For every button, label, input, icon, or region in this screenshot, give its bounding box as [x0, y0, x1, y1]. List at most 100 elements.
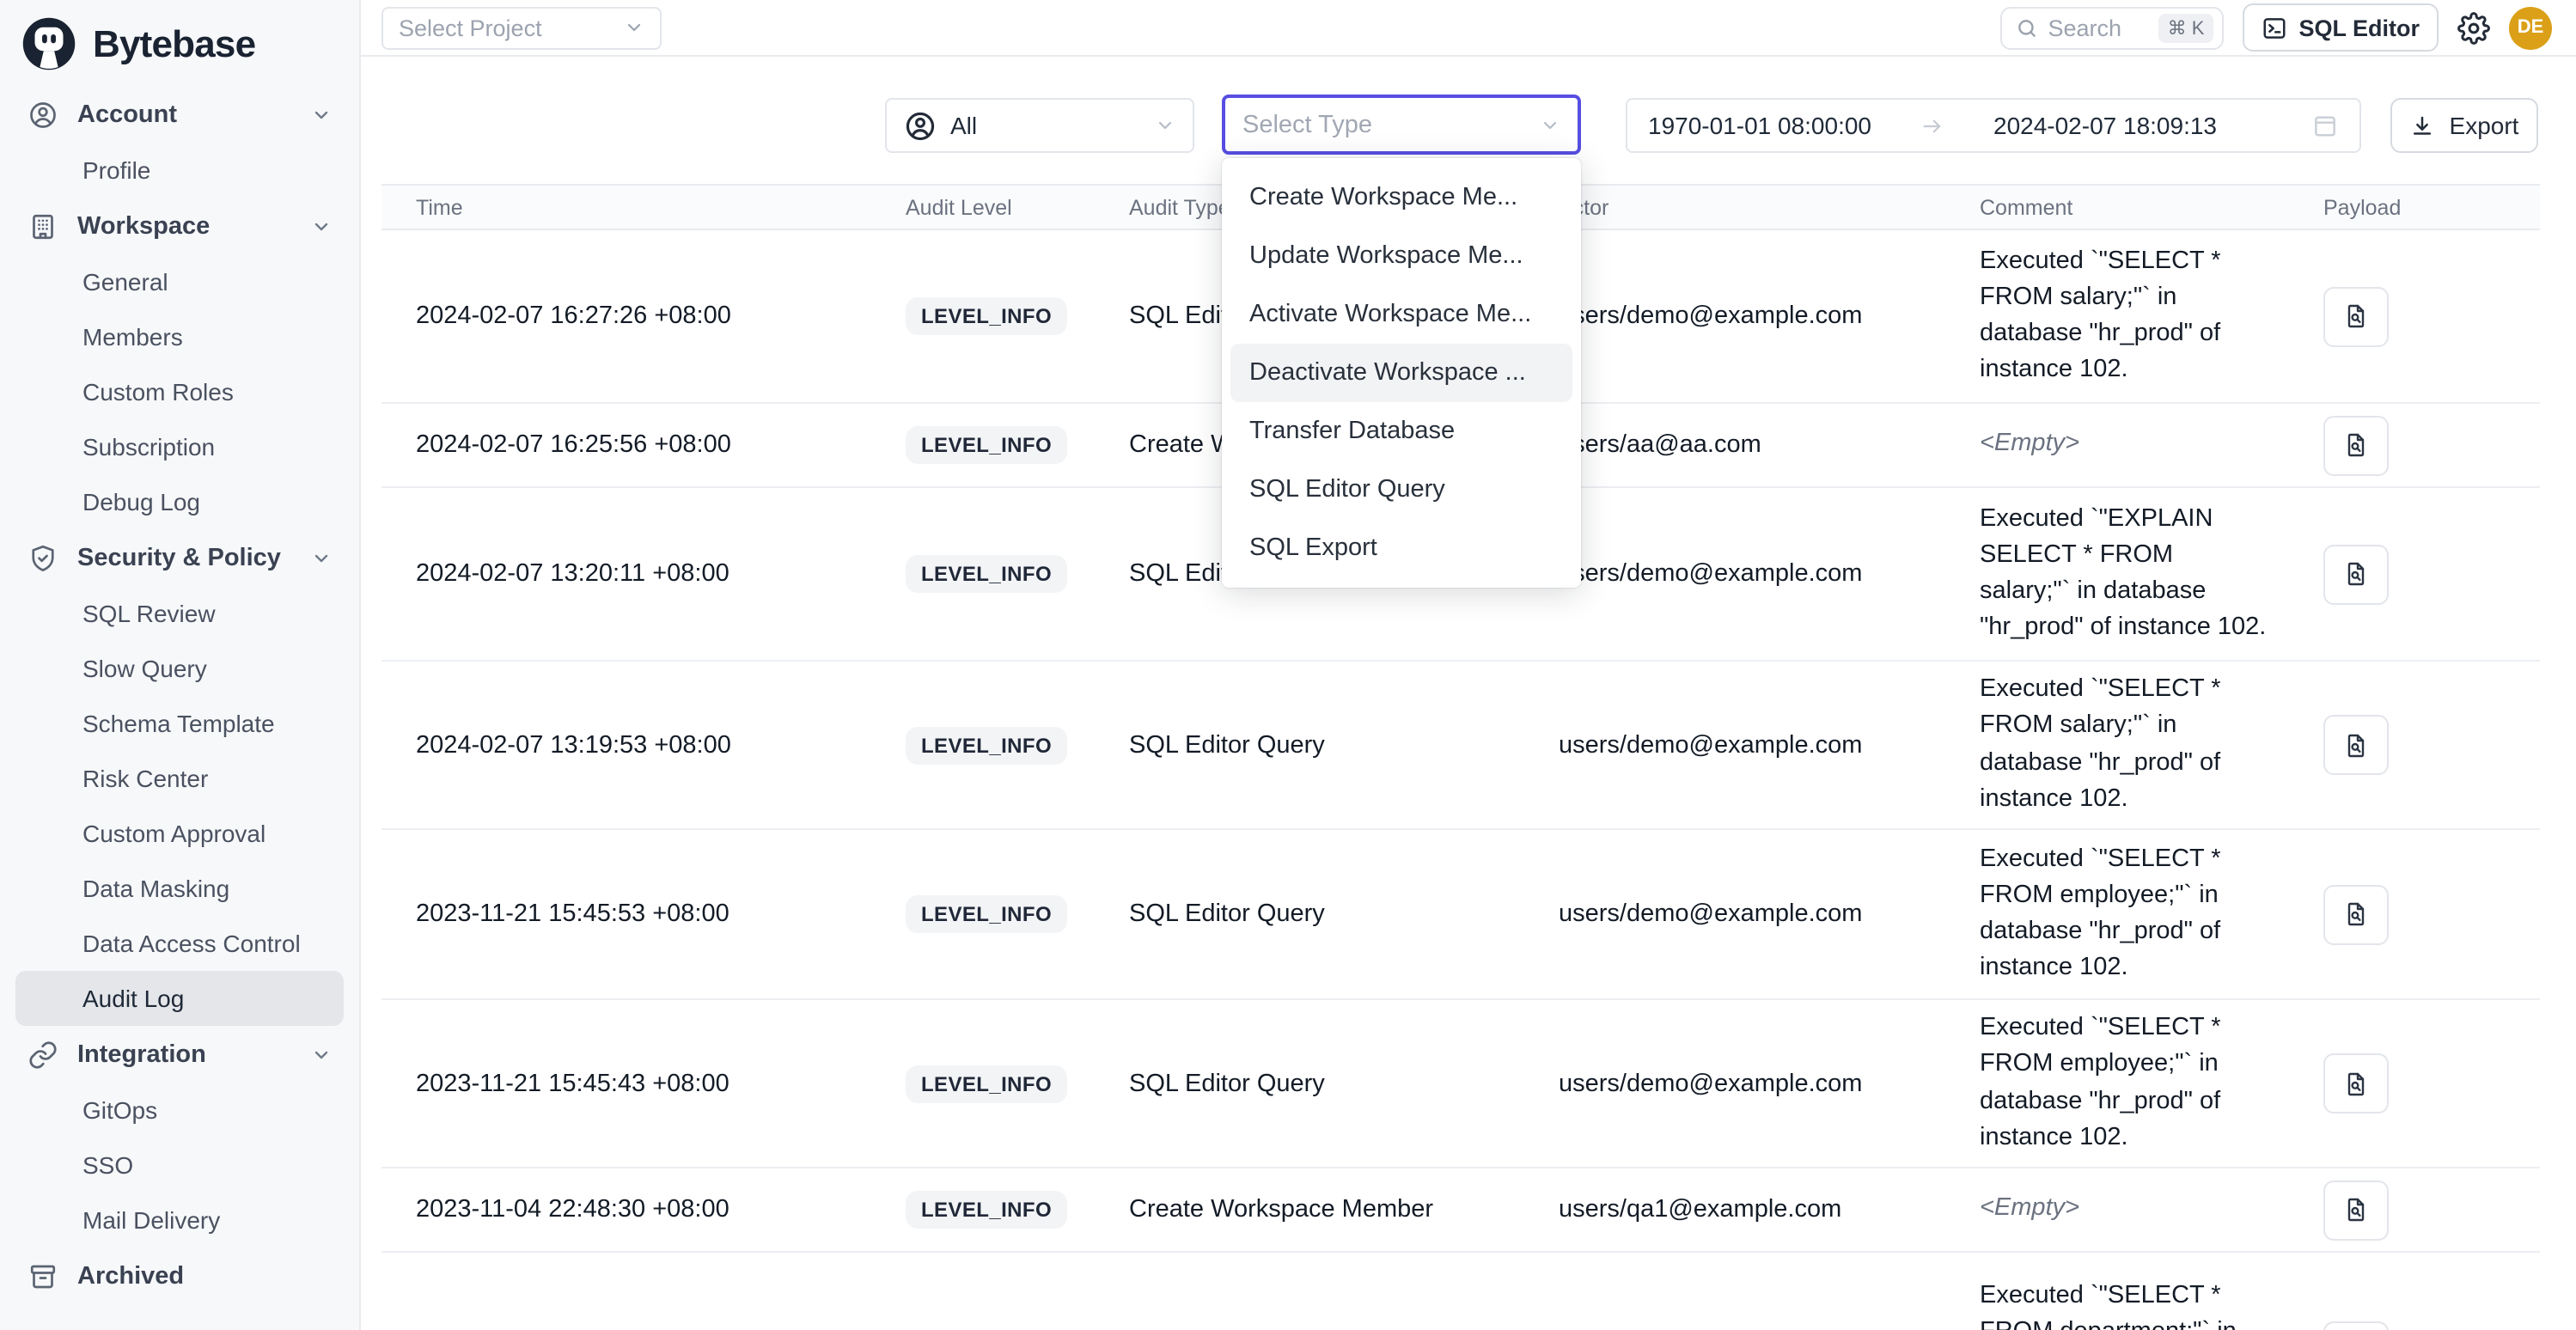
cell-comment: Executed `"SELECT * FROM employee;"` in … — [1945, 1011, 2289, 1156]
sidebar-item-gitops[interactable]: GitOps — [15, 1083, 344, 1138]
sidebar-item-sso[interactable]: SSO — [15, 1138, 344, 1193]
menu-item-update-workspace-member[interactable]: Update Workspace Me... — [1230, 227, 1572, 285]
payload-view-button[interactable] — [2323, 1321, 2389, 1330]
sql-editor-label: SQL Editor — [2298, 15, 2420, 40]
cell-actor: users/demo@example.com — [1524, 302, 1945, 330]
sidebar-item-custom-roles[interactable]: Custom Roles — [15, 364, 344, 419]
date-range-picker[interactable]: 1970-01-01 08:00:00 2024-02-07 18:09:13 — [1626, 98, 2361, 153]
sidebar-group-label: Integration — [77, 1040, 206, 1068]
file-search-icon — [2342, 560, 2370, 588]
cell-comment: Executed `"SELECT * FROM employee;"` in … — [1945, 842, 2289, 986]
type-filter-dropdown[interactable]: Select Type — [1222, 95, 1581, 155]
sidebar-item-slow-query[interactable]: Slow Query — [15, 641, 344, 696]
cell-time: 2024-02-07 16:25:56 +08:00 — [382, 431, 871, 459]
cell-actor: users/demo@example.com — [1524, 731, 1945, 759]
cell-audit-type: SQL Editor Query — [1095, 1070, 1524, 1097]
cell-time: 2024-02-07 13:20:11 +08:00 — [382, 560, 871, 588]
cell-actor: users/demo@example.com — [1524, 900, 1945, 928]
menu-item-deactivate-workspace-member[interactable]: Deactivate Workspace ... — [1230, 344, 1572, 402]
table-row: 2023-11-04 21:26:24 +08:00 LEVEL_INFO SQ… — [382, 1253, 2540, 1330]
brand[interactable]: Bytebase — [0, 0, 359, 79]
sidebar-item-profile[interactable]: Profile — [15, 143, 344, 198]
col-header-actor: Actor — [1524, 195, 1945, 219]
file-search-icon — [2342, 1196, 2370, 1223]
select-project-placeholder: Select Project — [399, 15, 542, 40]
sidebar-item-custom-approval[interactable]: Custom Approval — [15, 806, 344, 861]
audit-level-badge: LEVEL_INFO — [906, 426, 1067, 464]
sidebar-item-subscription[interactable]: Subscription — [15, 419, 344, 474]
link-icon — [27, 1039, 58, 1070]
chevron-down-icon — [1540, 114, 1560, 135]
sidebar-group-account[interactable]: Account — [15, 86, 344, 143]
col-header-payload: Payload — [2289, 195, 2540, 219]
chevron-down-icon — [311, 216, 332, 236]
type-filter-placeholder: Select Type — [1242, 111, 1540, 138]
sidebar-group-label: Security & Policy — [77, 544, 281, 571]
payload-view-button[interactable] — [2323, 1053, 2389, 1113]
sidebar-item-mail-delivery[interactable]: Mail Delivery — [15, 1193, 344, 1248]
payload-view-button[interactable] — [2323, 286, 2389, 346]
payload-view-button[interactable] — [2323, 715, 2389, 775]
cell-comment: Executed `"SELECT * FROM salary;"` in da… — [1945, 673, 2289, 817]
sidebar-item-audit-log[interactable]: Audit Log — [15, 971, 344, 1026]
sidebar-item-debug-log[interactable]: Debug Log — [15, 474, 344, 529]
select-project-dropdown[interactable]: Select Project — [382, 6, 662, 49]
shield-check-icon — [27, 542, 58, 573]
payload-view-button[interactable] — [2323, 884, 2389, 944]
date-to-value: 2024-02-07 18:09:13 — [1993, 112, 2217, 139]
cell-time: 2023-11-04 22:48:30 +08:00 — [382, 1196, 871, 1223]
menu-item-sql-editor-query[interactable]: SQL Editor Query — [1230, 461, 1572, 519]
actor-filter-dropdown[interactable]: All — [885, 98, 1194, 153]
sidebar-item-schema-template[interactable]: Schema Template — [15, 696, 344, 751]
payload-view-button[interactable] — [2323, 544, 2389, 604]
calendar-icon — [2311, 112, 2339, 139]
download-icon — [2410, 113, 2436, 138]
sidebar-group-label: Archived — [77, 1262, 184, 1290]
cell-time: 2024-02-07 13:19:53 +08:00 — [382, 731, 871, 759]
export-button[interactable]: Export — [2390, 98, 2538, 153]
audit-level-badge: LEVEL_INFO — [906, 1065, 1067, 1102]
terminal-icon — [2261, 15, 2286, 40]
search-input[interactable]: Search ⌘ K — [1999, 6, 2223, 49]
type-filter-menu: Create Workspace Me... Update Workspace … — [1222, 158, 1581, 588]
file-search-icon — [2342, 731, 2370, 759]
file-search-icon — [2342, 900, 2370, 928]
chevron-down-icon — [311, 1044, 332, 1065]
menu-item-sql-export[interactable]: SQL Export — [1230, 519, 1572, 577]
sidebar-item-sql-review[interactable]: SQL Review — [15, 586, 344, 641]
cell-time: 2023-11-21 15:45:53 +08:00 — [382, 900, 871, 928]
sidebar-group-archived[interactable]: Archived — [15, 1248, 344, 1304]
sidebar-group-security-policy[interactable]: Security & Policy — [15, 529, 344, 586]
table-row: 2024-02-07 13:19:53 +08:00 LEVEL_INFO SQ… — [382, 662, 2540, 830]
payload-view-button[interactable] — [2323, 1180, 2389, 1240]
cell-audit-type: SQL Editor Query — [1095, 731, 1524, 759]
sidebar-group-integration[interactable]: Integration — [15, 1026, 344, 1083]
actor-filter-value: All — [950, 112, 1141, 139]
audit-level-badge: LEVEL_INFO — [906, 1191, 1067, 1229]
chevron-down-icon — [1155, 115, 1175, 136]
sidebar-item-general[interactable]: General — [15, 254, 344, 309]
cell-comment: Executed `"SELECT * FROM department;"` i… — [1945, 1279, 2289, 1330]
brand-name: Bytebase — [93, 21, 255, 66]
sidebar-item-data-access-control[interactable]: Data Access Control — [15, 916, 344, 971]
sql-editor-button[interactable]: SQL Editor — [2242, 3, 2439, 52]
sidebar-group-label: Account — [77, 101, 177, 128]
sidebar-nav: Account Profile Workspace General Member… — [0, 79, 359, 1304]
person-circle-icon — [904, 109, 937, 142]
gear-icon[interactable] — [2457, 11, 2490, 44]
menu-item-create-workspace-member[interactable]: Create Workspace Me... — [1230, 168, 1572, 227]
sidebar-item-members[interactable]: Members — [15, 309, 344, 364]
avatar[interactable]: DE — [2509, 6, 2552, 49]
menu-item-activate-workspace-member[interactable]: Activate Workspace Me... — [1230, 285, 1572, 344]
sidebar: Bytebase Account Profile Workspace Gener… — [0, 0, 361, 1330]
file-search-icon — [2342, 431, 2370, 459]
archive-icon — [27, 1260, 58, 1291]
menu-item-transfer-database[interactable]: Transfer Database — [1230, 402, 1572, 461]
sidebar-group-workspace[interactable]: Workspace — [15, 198, 344, 254]
payload-view-button[interactable] — [2323, 415, 2389, 475]
bytebase-logo-icon — [21, 15, 77, 72]
user-circle-icon — [27, 99, 58, 130]
sidebar-item-risk-center[interactable]: Risk Center — [15, 751, 344, 806]
sidebar-item-data-masking[interactable]: Data Masking — [15, 861, 344, 916]
date-from-value: 1970-01-01 08:00:00 — [1648, 112, 1871, 139]
